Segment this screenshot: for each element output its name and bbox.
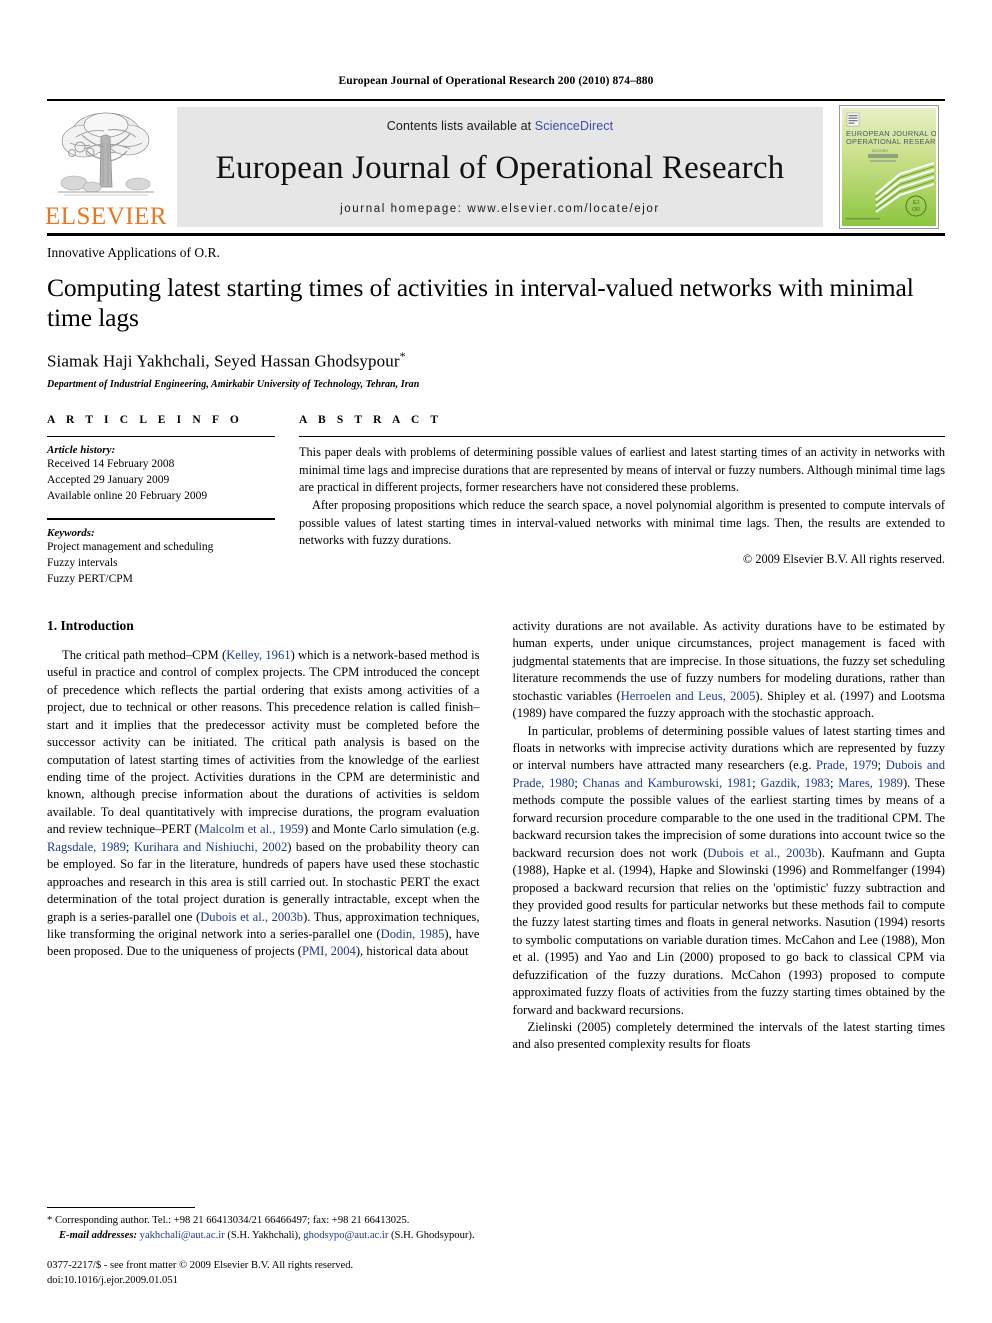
corresponding-author-marker: * xyxy=(399,349,406,364)
doi-line: doi:10.1016/j.ejor.2009.01.051 xyxy=(47,1275,178,1287)
journal-cover-thumbnail: EUROPEAN JOURNAL OF OPERATIONAL RESEARCH… xyxy=(833,101,947,233)
body-column-right: activity durations are not available. As… xyxy=(513,618,946,1054)
article-info-heading: A R T I C L E I N F O xyxy=(47,413,243,426)
contents-available-line: Contents lists available at ScienceDirec… xyxy=(387,119,613,133)
sciencedirect-link[interactable]: ScienceDirect xyxy=(535,119,613,133)
footnote-rule xyxy=(47,1206,195,1208)
affiliation: Department of Industrial Engineering, Am… xyxy=(47,378,420,390)
keywords-label: Keywords: xyxy=(47,527,95,540)
article-history-label: Article history: xyxy=(47,443,116,456)
abstract-rule xyxy=(299,435,945,437)
abstract-heading: A B S T R A C T xyxy=(299,413,443,426)
elsevier-logo: ELSEVIER xyxy=(44,101,168,233)
elsevier-tree-icon xyxy=(58,112,154,196)
abstract-paragraph-1: This paper deals with problems of determ… xyxy=(299,444,945,495)
abstract-copyright: © 2009 Elsevier B.V. All rights reserved… xyxy=(742,552,945,567)
intro-paragraph-left: The critical path method–CPM (Kelley, 19… xyxy=(47,647,480,959)
issn-line: 0377-2217/$ - see front matter © 2009 El… xyxy=(47,1260,354,1272)
abstract-column: A B S T R A C T This paper deals with pr… xyxy=(299,414,945,588)
contents-prefix: Contents lists available at xyxy=(386,119,535,133)
introduction-heading: 1. Introduction xyxy=(47,617,134,633)
email-owner-2: (S.H. Ghodsypour). xyxy=(391,1229,475,1241)
journal-masthead: ELSEVIER Contents lists available at Sci… xyxy=(44,99,947,233)
cover-frame: EUROPEAN JOURNAL OF OPERATIONAL RESEARCH… xyxy=(839,105,947,229)
page-title: Computing latest starting times of activ… xyxy=(47,273,914,333)
footnote-area: * Corresponding author. Tel.: +98 21 664… xyxy=(47,1206,477,1289)
article-info-column: A R T I C L E I N F O Article history: R… xyxy=(47,414,299,588)
journal-homepage-link[interactable]: journal homepage: www.elsevier.com/locat… xyxy=(340,203,660,215)
section-kicker: Innovative Applications of O.R. xyxy=(47,245,220,260)
email-label: E-mail addresses: xyxy=(59,1229,137,1241)
running-head: European Journal of Operational Research… xyxy=(338,75,654,87)
journal-cover-art: EUROPEAN JOURNAL OF OPERATIONAL RESEARCH… xyxy=(842,108,947,226)
intro-paragraph-right-3: Zielinski (2005) completely determined t… xyxy=(512,1020,946,1052)
masthead-center-panel: Contents lists available at ScienceDirec… xyxy=(177,107,823,227)
abstract-paragraph-2: After proposing propositions which reduc… xyxy=(299,497,945,548)
svg-text:OR: OR xyxy=(912,207,920,213)
body-columns: 1. Introduction The critical path method… xyxy=(47,618,945,1054)
keyword-item: Fuzzy PERT/CPM xyxy=(47,573,133,586)
keyword-item: Fuzzy intervals xyxy=(47,557,118,570)
article-history-received: Received 14 February 2008 xyxy=(47,457,175,470)
corresponding-author-footnote: * Corresponding author. Tel.: +98 21 664… xyxy=(47,1214,410,1226)
email-footnote: E-mail addresses: yakhchali@aut.ac.ir (S… xyxy=(47,1229,477,1244)
issn-block: 0377-2217/$ - see front matter © 2009 El… xyxy=(47,1259,477,1289)
article-info-rule-top xyxy=(47,435,275,437)
email-owner-1: (S.H. Yakhchali), xyxy=(227,1229,301,1241)
elsevier-wordmark: ELSEVIER xyxy=(44,203,168,230)
article-history-accepted: Accepted 29 January 2009 xyxy=(47,473,170,486)
title-block: Innovative Applications of O.R. Computin… xyxy=(47,236,945,390)
svg-text:OPERATIONAL RESEARCH: OPERATIONAL RESEARCH xyxy=(846,137,936,146)
article-info-rule-mid xyxy=(47,518,275,521)
paper-page: European Journal of Operational Research… xyxy=(0,0,992,1323)
info-abstract-region: A R T I C L E I N F O Article history: R… xyxy=(47,414,945,588)
intro-paragraph-right-2: In particular, problems of determining p… xyxy=(512,723,946,1017)
svg-text:EJ: EJ xyxy=(913,200,919,206)
journal-title: European Journal of Operational Research xyxy=(215,149,785,186)
body-column-left: 1. Introduction The critical path method… xyxy=(47,618,480,1054)
email-link-2[interactable]: ghodsypo@aut.ac.ir xyxy=(303,1230,388,1241)
keyword-item: Project management and scheduling xyxy=(47,541,214,554)
article-history-online: Available online 20 February 2009 xyxy=(47,489,208,502)
email-link-1[interactable]: yakhchali@aut.ac.ir xyxy=(140,1230,225,1241)
author-list: Siamak Haji Yakhchali, Seyed Hassan Ghod… xyxy=(47,349,945,372)
intro-paragraph-right-1: activity durations are not available. As… xyxy=(512,618,946,721)
svg-text:EDITORS: EDITORS xyxy=(872,149,889,153)
author-names: Siamak Haji Yakhchali, Seyed Hassan Ghod… xyxy=(47,351,400,371)
